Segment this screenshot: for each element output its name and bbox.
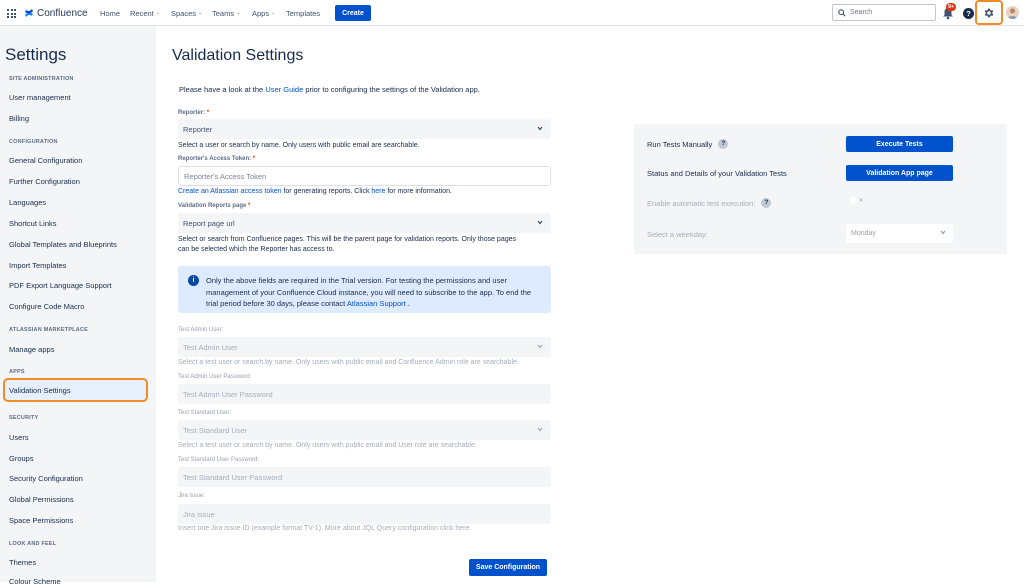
sidebar-item-groups[interactable]: Groups — [9, 454, 34, 463]
section-heading-security: SECURITY — [9, 415, 39, 421]
sidebar-item-security-configuration[interactable]: Security Configuration — [9, 474, 83, 483]
here-link[interactable]: here — [371, 188, 385, 195]
test-admin-password-label: Test Admin User Password: — [178, 374, 252, 380]
sidebar-item-pdf-export-language[interactable]: PDF Export Language Support — [9, 281, 112, 290]
section-heading-look-and-feel: LOOK AND FEEL — [9, 541, 57, 547]
user-avatar[interactable] — [1006, 6, 1019, 19]
nav-recent[interactable]: Recent ⌄ — [130, 0, 160, 26]
atlassian-support-link[interactable]: Atlassian Support — [347, 299, 406, 308]
sidebar-item-import-templates[interactable]: Import Templates — [9, 261, 66, 270]
top-navigation-bar: Confluence Home Recent ⌄ Spaces ⌄ Teams ⌄ A… — [0, 0, 1024, 26]
nav-templates[interactable]: Templates — [286, 0, 320, 26]
section-heading-configuration: CONFIGURATION — [9, 139, 58, 145]
reports-page-label: Validation Reports page * — [178, 203, 251, 209]
reports-page-select[interactable]: Report page url — [178, 213, 551, 233]
trial-info-banner: i Only the above fields are required in … — [178, 266, 551, 313]
section-heading-apps: APPS — [9, 369, 25, 375]
section-heading-site-administration: SITE ADMINISTRATION — [9, 76, 74, 82]
search-icon — [838, 8, 846, 17]
chevron-down-icon — [537, 126, 543, 131]
sidebar-item-configure-code-macro[interactable]: Configure Code Macro — [9, 302, 84, 311]
reporter-select[interactable]: Reporter — [178, 119, 551, 139]
reporter-label: Reporter: * — [178, 110, 210, 116]
settings-gear-button[interactable] — [975, 0, 1003, 25]
sidebar-title: Settings — [5, 45, 67, 64]
help-icon[interactable]: ? — [963, 8, 974, 19]
gear-icon — [984, 8, 994, 17]
weekday-select[interactable]: Monday — [846, 224, 953, 243]
nav-apps[interactable]: Apps ⌄ — [252, 0, 275, 26]
create-token-link[interactable]: Create an Atlassian access token — [178, 188, 282, 195]
reports-page-help-line2: can be selected which the Reporter has a… — [178, 246, 335, 253]
sidebar-item-languages[interactable]: Languages — [9, 198, 46, 207]
settings-sidebar: Settings SITE ADMINISTRATION User manage… — [0, 26, 156, 586]
app-switcher-icon[interactable] — [7, 9, 16, 18]
chevron-down-icon — [537, 427, 543, 432]
sidebar-item-global-templates[interactable]: Global Templates and Blueprints — [9, 240, 117, 249]
search-input[interactable]: Search — [832, 4, 936, 21]
validation-app-page-button[interactable]: Validation App page — [846, 165, 953, 181]
access-token-input[interactable]: Reporter's Access Token — [178, 166, 551, 186]
chevron-down-icon — [537, 344, 543, 349]
sidebar-item-billing[interactable]: Billing — [9, 114, 29, 123]
chevron-down-icon: ⌄ — [198, 10, 203, 16]
help-question-icon[interactable]: ? — [718, 139, 729, 149]
chevron-down-icon — [940, 230, 946, 235]
test-standard-user-select[interactable]: Test Standard User — [178, 420, 551, 440]
sidebar-item-validation-settings[interactable]: Validation Settings — [9, 386, 71, 395]
test-admin-user-select[interactable]: Test Admin User — [178, 337, 551, 357]
section-heading-atlassian-marketplace: ATLASSIAN MARKETPLACE — [9, 327, 88, 333]
reporter-help: Select a user or search by name. Only us… — [178, 142, 420, 149]
test-admin-password-input[interactable]: Test Admin User Password — [178, 384, 551, 404]
chevron-down-icon: ⌄ — [236, 10, 241, 16]
reports-page-help-line1: Select or search from Confluence pages. … — [178, 236, 517, 243]
sidebar-item-manage-apps[interactable]: Manage apps — [9, 345, 54, 354]
nav-home[interactable]: Home — [100, 0, 120, 26]
auto-execution-row: Enable automatic test execution:? — [647, 198, 772, 208]
auto-execution-toggle[interactable]: × — [850, 197, 863, 204]
sidebar-item-general-configuration[interactable]: General Configuration — [9, 156, 82, 165]
execute-tests-button[interactable]: Execute Tests — [846, 136, 953, 152]
info-icon: i — [188, 275, 199, 286]
sidebar-item-global-permissions[interactable]: Global Permissions — [9, 495, 74, 504]
test-standard-user-help: Select a test user or search by name. On… — [178, 442, 477, 449]
run-tests-row: Run Tests Manually? — [647, 139, 729, 149]
chevron-down-icon: ⌄ — [271, 10, 276, 16]
intro-text: Please have a look at the User Guide pri… — [179, 85, 480, 94]
sidebar-item-shortcut-links[interactable]: Shortcut Links — [9, 219, 57, 228]
confluence-logo-icon — [25, 9, 33, 17]
token-help: Create an Atlassian access token for gen… — [178, 188, 452, 195]
status-label: Status and Details of your Validation Te… — [647, 169, 787, 178]
test-admin-user-help: Select a test user or search by name. On… — [178, 359, 519, 366]
help-question-icon[interactable]: ? — [761, 198, 772, 208]
jira-issue-help: Insert one Jira issue ID (example format… — [178, 525, 472, 532]
token-label: Reporter's Access Token: * — [178, 156, 256, 162]
sidebar-item-themes[interactable]: Themes — [9, 558, 36, 567]
test-standard-password-label: Test Standard User Password: — [178, 457, 260, 463]
page-title: Validation Settings — [172, 47, 304, 64]
test-standard-password-input[interactable]: Test Standard User Password — [178, 467, 551, 487]
jira-issue-input[interactable]: Jira issue — [178, 504, 551, 524]
jira-issue-label: Jira issue: — [178, 493, 206, 499]
brand-name[interactable]: Confluence — [37, 0, 88, 26]
nav-teams[interactable]: Teams ⌄ — [212, 0, 240, 26]
info-text: Only the above fields are required in th… — [206, 276, 532, 308]
chevron-down-icon: ⌄ — [155, 10, 160, 16]
test-standard-user-label: Test Standard User: — [178, 410, 232, 416]
sidebar-item-user-management[interactable]: User management — [9, 93, 71, 102]
notification-badge: 9+ — [946, 3, 957, 11]
search-placeholder: Search — [850, 9, 873, 16]
nav-spaces[interactable]: Spaces ⌄ — [171, 0, 202, 26]
user-guide-link[interactable]: User Guide — [265, 85, 303, 94]
create-button[interactable]: Create — [335, 5, 371, 21]
sidebar-item-users[interactable]: Users — [9, 433, 29, 442]
test-execution-panel: Run Tests Manually? Execute Tests Status… — [634, 124, 1007, 254]
test-admin-user-label: Test Admin User: — [178, 327, 224, 333]
sidebar-item-space-permissions[interactable]: Space Permissions — [9, 516, 73, 525]
sidebar-item-further-configuration[interactable]: Further Configuration — [9, 177, 80, 186]
save-configuration-button[interactable]: Save Configuration — [469, 559, 547, 576]
toggle-knob — [850, 197, 857, 204]
weekday-label: Select a weekday: — [647, 230, 708, 239]
chevron-down-icon — [537, 220, 543, 225]
